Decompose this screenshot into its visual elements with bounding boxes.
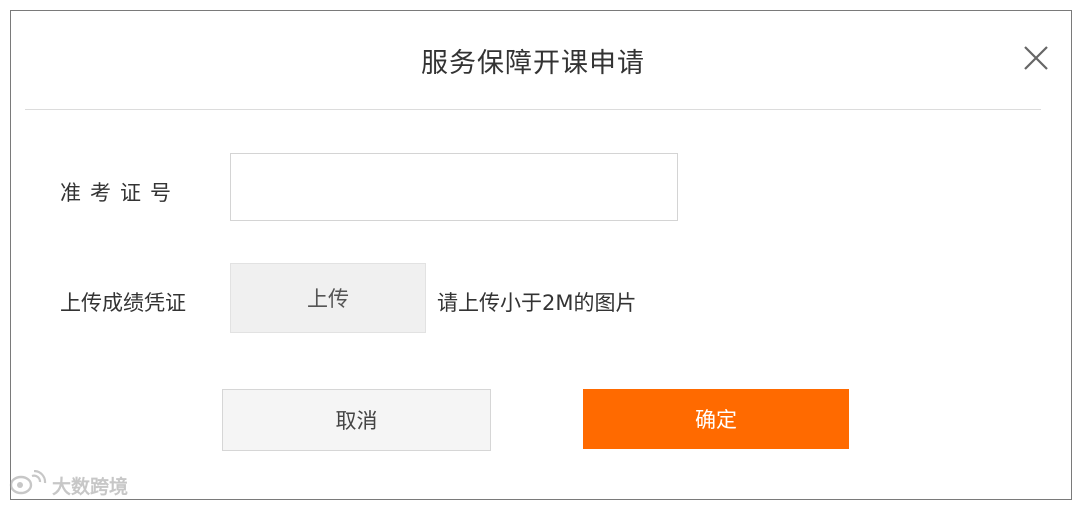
confirm-button[interactable]: 确定: [583, 389, 849, 449]
watermark: 大数跨境: [8, 469, 129, 500]
upload-button[interactable]: 上传: [230, 263, 426, 333]
dialog: 服务保障开课申请 准考证号 上传成绩凭证 上传 请上传小于2M的图片 取消 确定: [10, 10, 1072, 500]
exam-id-input[interactable]: [230, 153, 678, 221]
dialog-title: 服务保障开课申请: [421, 48, 645, 79]
upload-hint: 请上传小于2M的图片: [437, 291, 637, 315]
close-icon[interactable]: [1019, 41, 1053, 75]
dialog-header: 服务保障开课申请: [25, 11, 1048, 110]
weibo-logo-icon: [8, 469, 48, 500]
upload-label: 上传成绩凭证: [60, 291, 186, 315]
cancel-button[interactable]: 取消: [222, 389, 491, 451]
watermark-text: 大数跨境: [52, 475, 129, 498]
exam-id-label: 准考证号: [60, 181, 180, 205]
